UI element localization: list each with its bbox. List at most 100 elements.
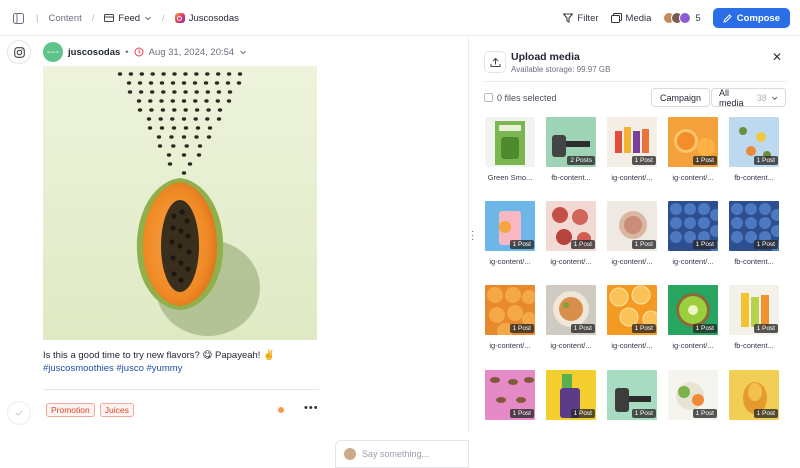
select-all-checkbox[interactable] (484, 93, 493, 102)
post-date[interactable]: Aug 31, 2024, 20:54 (149, 47, 235, 58)
media-item[interactable]: 1 Post ig-content/... (663, 201, 723, 266)
member-count: 5 (695, 12, 701, 24)
media-thumbnail[interactable]: 1 Post (729, 117, 779, 167)
media-thumbnail[interactable]: 1 Post (607, 285, 657, 335)
chevron-down-icon (145, 16, 151, 21)
status-check-icon[interactable] (7, 401, 31, 425)
usage-badge: 1 Post (753, 409, 778, 418)
chevron-down-icon (240, 50, 247, 55)
media-item[interactable]: 1 Post ig-content/... (480, 285, 540, 350)
media-item[interactable]: 1 Post (602, 370, 662, 420)
avatar (344, 448, 356, 460)
media-thumbnail[interactable]: 1 Post (729, 285, 779, 335)
label-juices[interactable]: Juices (99, 403, 134, 417)
post-image[interactable] (43, 66, 317, 340)
media-filter-select[interactable]: All media 38 (711, 87, 786, 108)
post-labels: Promotion Juices (46, 403, 134, 417)
media-filter-label: All media (719, 87, 744, 108)
media-filename: fb-content... (551, 173, 591, 182)
media-item[interactable]: 1 Post ig-content/... (602, 117, 662, 182)
media-thumbnail[interactable]: 1 Post (546, 285, 596, 335)
upload-icon[interactable] (484, 51, 506, 73)
media-thumbnail[interactable] (485, 117, 535, 167)
usage-badge: 2 Posts (567, 156, 595, 165)
media-filename: ig-content/... (489, 341, 531, 350)
more-options-icon[interactable]: ••• (304, 402, 319, 414)
media-item[interactable]: 2 Posts fb-content... (541, 117, 601, 182)
divider (484, 81, 786, 82)
dot-separator: • (125, 46, 129, 58)
svg-text:~~~: ~~~ (47, 50, 60, 56)
media-thumbnail[interactable]: 1 Post (668, 370, 718, 420)
media-item[interactable]: 1 Post ig-content/... (602, 285, 662, 350)
breadcrumb-separator: | (36, 12, 39, 24)
media-item[interactable]: 1 Post fb-content... (724, 285, 784, 350)
label-promotion[interactable]: Promotion (46, 403, 95, 417)
media-item[interactable]: 1 Post (724, 370, 784, 420)
filter-label: Filter (577, 12, 599, 24)
members-button[interactable]: 5 (663, 12, 701, 24)
media-thumbnail[interactable]: 1 Post (607, 117, 657, 167)
account-name[interactable]: juscosodas (68, 47, 120, 58)
usage-badge: 1 Post (692, 240, 717, 249)
media-item[interactable]: 1 Post ig-content/... (480, 201, 540, 266)
media-item[interactable]: 1 Post (480, 370, 540, 420)
media-thumbnail[interactable]: 1 Post (607, 201, 657, 251)
media-thumbnail[interactable]: 1 Post (546, 201, 596, 251)
media-thumbnail[interactable]: 1 Post (607, 370, 657, 420)
media-thumbnail[interactable]: 2 Posts (546, 117, 596, 167)
compose-button[interactable]: Compose (712, 8, 790, 28)
campaign-button[interactable]: Campaign (651, 88, 711, 107)
feed-icon (104, 14, 115, 22)
media-button[interactable]: Media (610, 12, 652, 24)
media-thumbnail[interactable]: 1 Post (668, 117, 718, 167)
upload-media-panel: Upload media Available storage: 99.97 GB… (476, 37, 800, 432)
media-item[interactable]: Green Smo... (480, 117, 540, 182)
breadcrumb-feed[interactable]: Feed (104, 13, 152, 24)
files-selected-count: 0 files selected (497, 93, 557, 103)
media-thumbnail[interactable]: 1 Post (485, 370, 535, 420)
instagram-channel-icon[interactable] (7, 40, 31, 64)
caption-hashtags[interactable]: #juscosmoothies #jusco #yummy (43, 362, 323, 375)
usage-badge: 1 Post (570, 240, 595, 249)
usage-badge: 1 Post (631, 240, 656, 249)
panel-title: Upload media (511, 51, 580, 63)
comment-input[interactable]: Say something... (335, 440, 469, 468)
media-item[interactable]: 1 Post fb-content... (724, 201, 784, 266)
account-avatar: ~~~ (43, 42, 63, 62)
filter-button[interactable]: Filter (563, 12, 599, 24)
resize-handle-icon[interactable]: · · · (471, 227, 474, 245)
breadcrumb-content[interactable]: Content (48, 13, 81, 24)
usage-badge: 1 Post (509, 409, 534, 418)
close-icon[interactable]: ✕ (772, 50, 782, 64)
media-thumbnail[interactable]: 1 Post (546, 370, 596, 420)
media-icon (610, 13, 622, 23)
media-filename: ig-content/... (672, 341, 714, 350)
usage-badge: 1 Post (570, 324, 595, 333)
avatar (679, 12, 692, 24)
breadcrumb-separator: / (162, 12, 165, 24)
media-thumbnail[interactable]: 1 Post (485, 201, 535, 251)
media-item[interactable]: 1 Post (663, 370, 723, 420)
media-thumbnail[interactable]: 1 Post (729, 201, 779, 251)
media-item[interactable]: 1 Post ig-content/... (663, 117, 723, 182)
media-item[interactable]: 1 Post ig-content/... (602, 201, 662, 266)
media-filename: fb-content... (734, 341, 774, 350)
post-caption: Is this a good time to try new flavors? … (43, 349, 323, 375)
media-item[interactable]: 1 Post ig-content/... (541, 285, 601, 350)
media-item[interactable]: 1 Post fb-content... (724, 117, 784, 182)
media-thumbnail[interactable]: 1 Post (668, 201, 718, 251)
feed-post: ~~~ juscosodas • Aug 31, 2024, 20:54 Is … (43, 37, 469, 468)
media-item[interactable]: 1 Post ig-content/... (663, 285, 723, 350)
media-thumbnail[interactable]: 1 Post (729, 370, 779, 420)
media-item[interactable]: 1 Post (541, 370, 601, 420)
status-dot (278, 407, 284, 413)
media-thumbnail[interactable]: 1 Post (668, 285, 718, 335)
usage-badge: 1 Post (692, 409, 717, 418)
media-label: Media (625, 12, 652, 24)
media-filename: ig-content/... (672, 173, 714, 182)
breadcrumb-account[interactable]: Juscosodas (174, 13, 239, 24)
sidebar-toggle-icon[interactable] (10, 10, 26, 26)
media-item[interactable]: 1 Post ig-content/... (541, 201, 601, 266)
media-thumbnail[interactable]: 1 Post (485, 285, 535, 335)
